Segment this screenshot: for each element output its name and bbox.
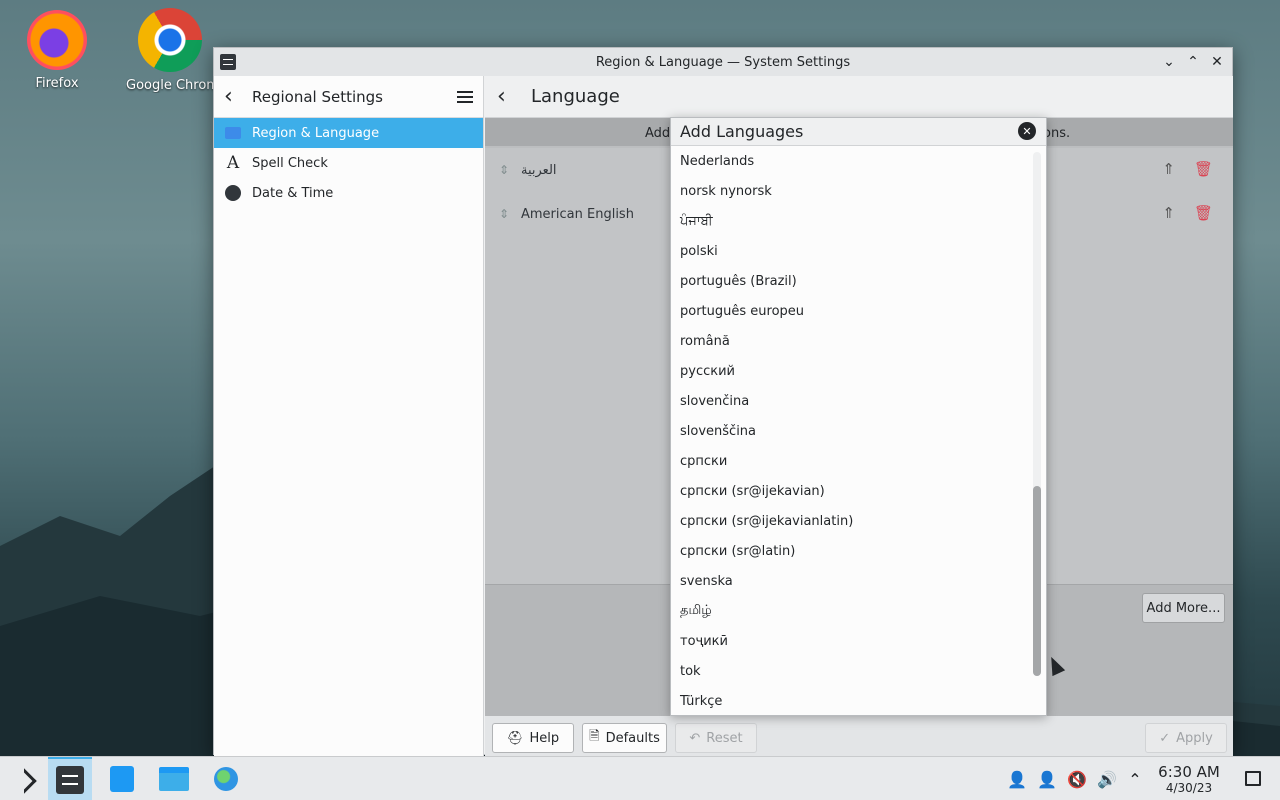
chrome-icon bbox=[138, 8, 202, 72]
spell-check-icon: A bbox=[226, 153, 240, 173]
drag-handle-icon[interactable]: ⇕ bbox=[497, 163, 511, 177]
clock-date: 4/30/23 bbox=[1165, 781, 1213, 795]
language-option[interactable]: тоҷикӣ bbox=[671, 626, 1031, 656]
back-arrow-icon[interactable]: ‹ bbox=[497, 84, 531, 109]
clock-icon bbox=[224, 184, 242, 202]
clock-time: 6:30 AM bbox=[1158, 763, 1220, 781]
back-arrow-icon[interactable]: ‹ bbox=[224, 84, 248, 109]
sidebar-item-date-time[interactable]: Date & Time bbox=[214, 178, 483, 208]
close-button[interactable]: ✕ bbox=[1208, 51, 1226, 73]
add-languages-list: Nederlands norsk nynorsk ਪੰਜਾਬੀ polski portu… bbox=[671, 146, 1031, 716]
volume-icon[interactable]: 🔊 bbox=[1094, 757, 1120, 800]
clock[interactable]: 6:30 AM 4/30/23 bbox=[1152, 763, 1226, 795]
sidebar-item-label: Date & Time bbox=[252, 185, 334, 201]
desktop-icon-chrome[interactable]: Google Chrome bbox=[126, 8, 214, 93]
language-option[interactable]: norsk nynorsk bbox=[671, 176, 1031, 206]
scrollbar[interactable] bbox=[1033, 152, 1041, 676]
apply-button[interactable]: ✓ Apply bbox=[1145, 723, 1227, 753]
hamburger-menu-icon[interactable] bbox=[457, 90, 473, 103]
language-option[interactable]: русский bbox=[671, 356, 1031, 386]
delete-icon[interactable]: 🗑 bbox=[1194, 204, 1213, 222]
system-settings-icon bbox=[56, 766, 84, 794]
language-option[interactable]: ਪੰਜਾਬੀ bbox=[671, 206, 1031, 236]
application-launcher-button[interactable] bbox=[0, 757, 44, 800]
desktop-icon-firefox[interactable]: Firefox bbox=[12, 10, 102, 91]
sidebar-title: Regional Settings bbox=[252, 87, 384, 106]
language-option[interactable]: português (Brazil) bbox=[671, 266, 1031, 296]
language-option[interactable]: slovenčina bbox=[671, 386, 1031, 416]
language-option[interactable]: svenska bbox=[671, 566, 1031, 596]
maximize-button[interactable]: ⌃ bbox=[1184, 51, 1202, 73]
user-icon[interactable]: 👤 bbox=[1004, 757, 1030, 800]
sidebar: ‹ Regional Settings Region & Language A … bbox=[214, 76, 484, 756]
reset-button-label: Reset bbox=[706, 730, 743, 746]
language-option[interactable]: polski bbox=[671, 236, 1031, 266]
desktop-icon-label: Google Chrome bbox=[126, 78, 214, 93]
language-option[interactable]: română bbox=[671, 326, 1031, 356]
add-languages-dialog: Add Languages ✕ Nederlands norsk nynorsk ਪ… bbox=[670, 117, 1047, 716]
add-languages-header: Add Languages ✕ bbox=[671, 118, 1046, 146]
content-header: ‹ Language bbox=[485, 76, 1233, 118]
language-option[interactable]: slovenščina bbox=[671, 416, 1031, 446]
help-button-label: Help bbox=[529, 730, 560, 746]
close-icon[interactable]: ✕ bbox=[1018, 122, 1036, 140]
taskbar-discover[interactable] bbox=[100, 757, 144, 800]
sidebar-item-label: Region & Language bbox=[252, 125, 380, 141]
apply-icon: ✓ bbox=[1159, 730, 1171, 746]
scrollbar-thumb[interactable] bbox=[1033, 486, 1041, 676]
notice-text-left: Add bbox=[645, 126, 671, 141]
add-more-button[interactable]: Add More... bbox=[1142, 593, 1225, 623]
language-option[interactable]: tok bbox=[671, 656, 1031, 686]
taskbar-system-settings[interactable] bbox=[48, 757, 92, 800]
chevron-up-icon[interactable]: ⌃ bbox=[1122, 757, 1148, 800]
sidebar-item-region-language[interactable]: Region & Language bbox=[214, 118, 483, 148]
apply-button-label: Apply bbox=[1176, 730, 1213, 746]
user-switch-icon[interactable]: 👤 bbox=[1034, 757, 1060, 800]
defaults-button[interactable]: 🗎 Defaults bbox=[582, 723, 667, 753]
language-name: American English bbox=[521, 206, 634, 222]
language-option[interactable]: српски (sr@latin) bbox=[671, 536, 1031, 566]
move-to-top-icon[interactable]: ⇑ bbox=[1162, 204, 1175, 222]
language-option[interactable]: தமிழ் bbox=[671, 596, 1031, 626]
language-option[interactable]: Nederlands bbox=[671, 146, 1031, 176]
folder-icon bbox=[159, 767, 189, 791]
add-languages-title: Add Languages bbox=[680, 122, 804, 141]
language-option[interactable]: српски (sr@ijekavian) bbox=[671, 476, 1031, 506]
reset-button[interactable]: ↶ Reset bbox=[675, 723, 757, 753]
defaults-icon: 🗎 bbox=[589, 729, 600, 744]
footer-bar: ⛑ Help 🗎 Defaults ↶ Reset ✓ Apply bbox=[485, 716, 1233, 756]
language-name: العربية bbox=[521, 162, 557, 178]
help-icon: ⛑ bbox=[506, 730, 524, 746]
sidebar-item-label: Spell Check bbox=[252, 155, 328, 171]
title-bar[interactable]: Region & Language — System Settings ⌄ ⌃ … bbox=[214, 48, 1232, 76]
sidebar-header: ‹ Regional Settings bbox=[214, 76, 483, 118]
discover-store-icon bbox=[110, 766, 134, 792]
minimize-button[interactable]: ⌄ bbox=[1160, 51, 1178, 73]
language-option[interactable]: português europeu bbox=[671, 296, 1031, 326]
sidebar-item-spell-check[interactable]: A Spell Check bbox=[214, 148, 483, 178]
taskbar-browser[interactable] bbox=[204, 757, 248, 800]
help-button[interactable]: ⛑ Help bbox=[492, 723, 574, 753]
delete-icon[interactable]: 🗑 bbox=[1194, 160, 1213, 178]
firefox-icon bbox=[27, 10, 87, 70]
taskbar: 👤 👤 🔇 🔊 ⌃ 6:30 AM 4/30/23 bbox=[0, 756, 1280, 800]
window-title: Region & Language — System Settings bbox=[595, 54, 851, 70]
defaults-button-label: Defaults bbox=[605, 730, 660, 746]
globe-icon bbox=[214, 767, 238, 791]
taskbar-file-manager[interactable] bbox=[152, 757, 196, 800]
launcher-icon bbox=[11, 768, 33, 790]
reset-icon: ↶ bbox=[689, 730, 701, 746]
drag-handle-icon[interactable]: ⇕ bbox=[497, 207, 511, 221]
language-option[interactable]: Türkçe bbox=[671, 686, 1031, 716]
notice-text-right: ons. bbox=[1043, 126, 1071, 141]
language-option[interactable]: српски bbox=[671, 446, 1031, 476]
system-settings-app-icon[interactable] bbox=[220, 54, 236, 70]
mute-icon[interactable]: 🔇 bbox=[1064, 757, 1090, 800]
show-desktop-icon[interactable] bbox=[1245, 771, 1261, 786]
language-option[interactable]: српски (sr@ijekavianlatin) bbox=[671, 506, 1031, 536]
move-to-top-icon[interactable]: ⇑ bbox=[1162, 160, 1175, 178]
region-icon bbox=[224, 124, 242, 142]
desktop-icon-label: Firefox bbox=[35, 76, 79, 91]
page-title: Language bbox=[531, 86, 620, 107]
